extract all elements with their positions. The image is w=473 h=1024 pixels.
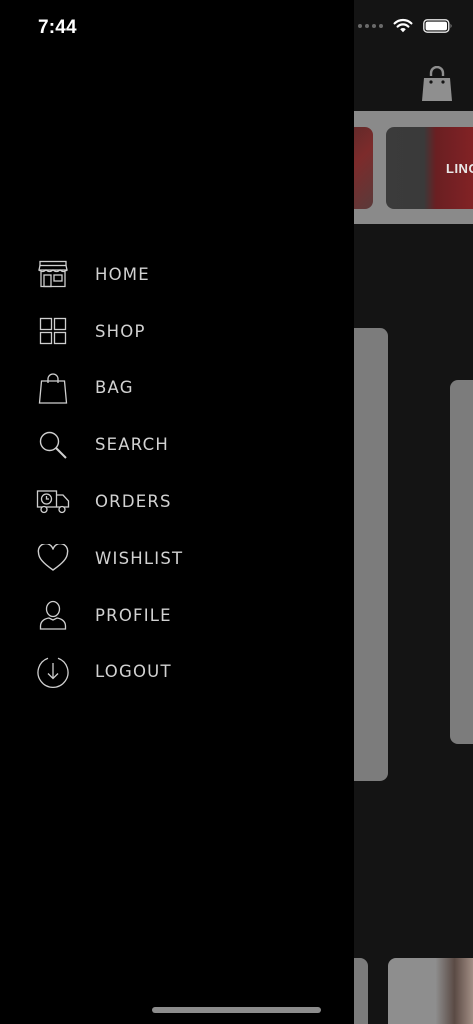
grid-icon	[36, 314, 70, 348]
menu-label-search: SEARCH	[95, 435, 169, 455]
product-card[interactable]	[388, 958, 473, 1024]
menu-item-logout[interactable]: LOGOUT	[0, 644, 354, 701]
cellular-signal-icon	[358, 23, 383, 28]
delivery-truck-icon	[36, 485, 70, 519]
menu-label-profile: PROFILE	[95, 605, 172, 625]
user-icon	[36, 598, 70, 632]
menu-item-wishlist[interactable]: WISHLIST	[0, 530, 354, 587]
menu-label-orders: ORDERS	[95, 492, 172, 512]
side-drawer: 7:44 HOME SHOP BAG SEARCH ORDERS WISHLIS…	[0, 0, 354, 1024]
status-time: 7:44	[38, 17, 77, 38]
menu-item-shop[interactable]: SHOP	[0, 303, 354, 360]
menu-item-orders[interactable]: ORDERS	[0, 473, 354, 530]
category-label: LING	[446, 161, 473, 176]
menu-label-home: HOME	[95, 264, 150, 284]
drawer-menu: HOME SHOP BAG SEARCH ORDERS WISHLIST PRO…	[0, 246, 354, 700]
category-card-lingerie[interactable]: LING	[386, 127, 473, 209]
heart-icon	[36, 541, 70, 575]
shopping-bag-icon[interactable]	[420, 66, 454, 102]
store-icon	[36, 257, 70, 291]
wifi-icon	[393, 18, 413, 33]
menu-label-logout: LOGOUT	[95, 662, 172, 682]
battery-icon	[423, 18, 452, 33]
menu-label-bag: BAG	[95, 378, 134, 398]
status-indicators	[358, 18, 453, 33]
menu-item-profile[interactable]: PROFILE	[0, 587, 354, 644]
home-indicator[interactable]	[152, 1007, 321, 1013]
product-card[interactable]	[450, 380, 473, 744]
menu-item-search[interactable]: SEARCH	[0, 416, 354, 473]
logout-arrow-icon	[36, 655, 70, 689]
screen: LING 7:44 HOME	[0, 0, 473, 1024]
bag-icon	[36, 371, 70, 405]
menu-label-shop: SHOP	[95, 321, 146, 341]
menu-item-home[interactable]: HOME	[0, 246, 354, 303]
menu-item-bag[interactable]: BAG	[0, 360, 354, 417]
search-icon	[36, 428, 70, 462]
menu-label-wishlist: WISHLIST	[95, 548, 184, 568]
